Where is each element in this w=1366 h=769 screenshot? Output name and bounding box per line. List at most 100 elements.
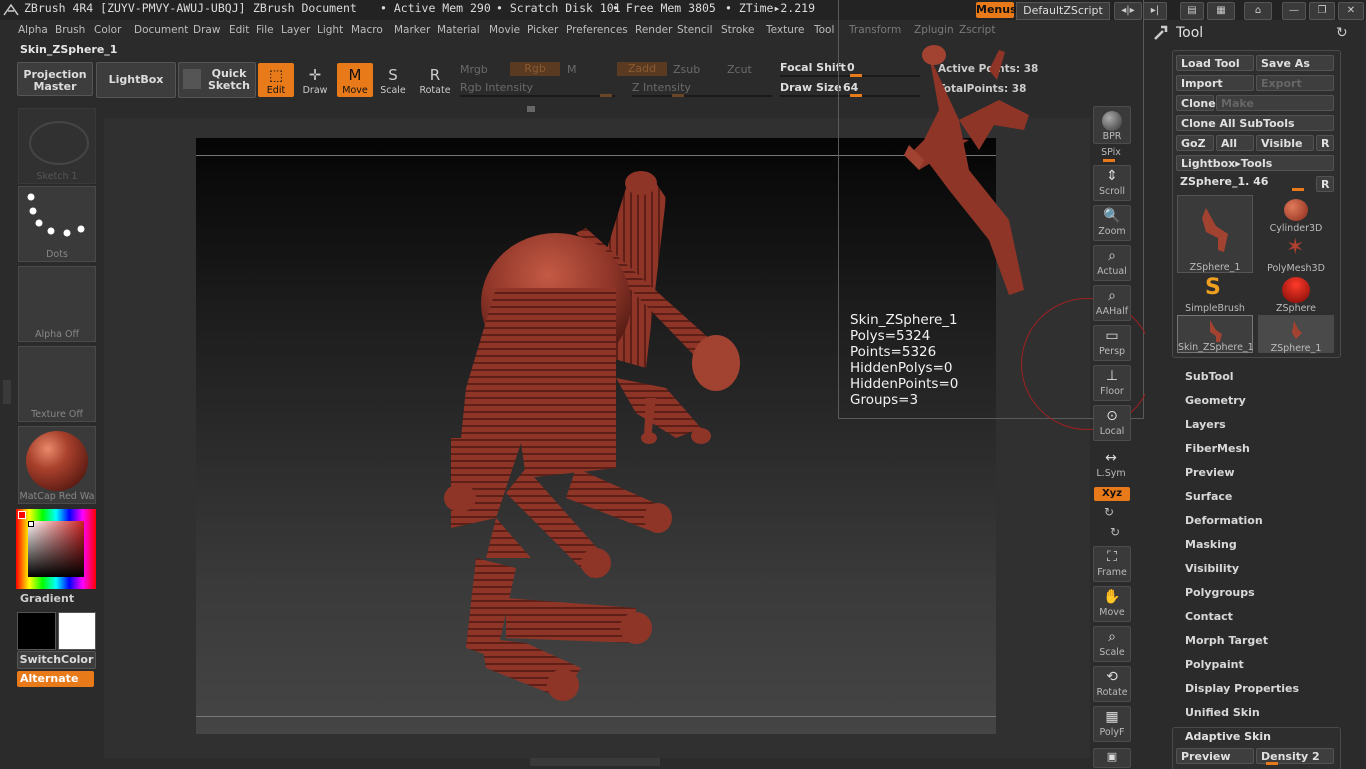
rotate-y-icon[interactable]: ↻: [1104, 505, 1114, 519]
tool-slot-polymesh3d[interactable]: ✶ PolyMesh3D: [1258, 235, 1334, 274]
quick-sketch-button[interactable]: Quick Sketch: [178, 62, 256, 98]
zsub-button[interactable]: Zsub: [673, 63, 700, 76]
menu-document[interactable]: Document: [134, 24, 188, 36]
density-knob[interactable]: [1266, 762, 1278, 765]
tool-slot-zsphere[interactable]: ZSphere: [1258, 275, 1334, 314]
menu-macro[interactable]: Macro: [351, 24, 383, 36]
rotate-view-button[interactable]: ⟲ Rotate: [1093, 666, 1131, 702]
projection-master-button[interactable]: Projection Master: [17, 62, 93, 96]
adaptive-preview-button[interactable]: Preview: [1176, 748, 1254, 764]
texture-thumb[interactable]: Texture Off: [18, 346, 96, 422]
menu-preferences[interactable]: Preferences: [566, 24, 628, 36]
menu-material[interactable]: Material: [437, 24, 480, 36]
lsym-button[interactable]: ↔ L.Sym: [1093, 448, 1129, 479]
bpr-button[interactable]: BPR: [1093, 106, 1131, 144]
rgb-intensity-knob[interactable]: [600, 94, 612, 97]
material-thumb[interactable]: MatCap Red Wa: [18, 426, 96, 504]
rgb-intensity-slider[interactable]: [460, 95, 615, 97]
adaptive-skin-title[interactable]: Adaptive Skin: [1185, 730, 1271, 743]
export-button[interactable]: Export: [1256, 75, 1334, 91]
alpha-thumb[interactable]: Alpha Off: [18, 266, 96, 342]
switch-color-button[interactable]: SwitchColor: [17, 651, 96, 669]
subpalette-deformation[interactable]: Deformation: [1185, 514, 1263, 527]
menu-stroke[interactable]: Stroke: [721, 24, 754, 36]
lightbox-tools-button[interactable]: Lightbox▸Tools: [1176, 155, 1334, 171]
scroll-button[interactable]: ⇕ Scroll: [1093, 165, 1131, 201]
z-intensity-knob[interactable]: [672, 94, 684, 97]
bottom-tray-handle-icon[interactable]: [530, 758, 660, 766]
minimize-icon[interactable]: —: [1282, 2, 1306, 20]
xyz-button[interactable]: Xyz: [1094, 487, 1130, 501]
persp-button[interactable]: ▭ Persp: [1093, 325, 1131, 361]
layout-icon[interactable]: ▤: [1180, 2, 1204, 20]
menu-edit[interactable]: Edit: [229, 24, 249, 36]
menu-render[interactable]: Render: [635, 24, 672, 36]
spix-slider[interactable]: [1103, 159, 1115, 162]
lock-icon[interactable]: ⌂: [1244, 2, 1272, 20]
local-button[interactable]: ⊙ Local: [1093, 405, 1131, 441]
tool-slot-zsphere-1[interactable]: ZSphere_1: [1177, 195, 1253, 273]
scale-view-button[interactable]: ⌕ Scale: [1093, 626, 1131, 662]
subpalette-fibermesh[interactable]: FiberMesh: [1185, 442, 1250, 455]
subpalette-contact[interactable]: Contact: [1185, 610, 1233, 623]
floor-button[interactable]: ⊥ Floor: [1093, 365, 1131, 401]
subpalette-polypaint[interactable]: Polypaint: [1185, 658, 1244, 671]
subpalette-polygroups[interactable]: Polygroups: [1185, 586, 1255, 599]
menu-alpha[interactable]: Alpha: [18, 24, 48, 36]
menu-marker[interactable]: Marker: [394, 24, 430, 36]
goz-visible-button[interactable]: Visible: [1256, 135, 1314, 151]
alternate-button[interactable]: Alternate: [17, 671, 94, 687]
goz-button[interactable]: GoZ: [1176, 135, 1214, 151]
zcut-button[interactable]: Zcut: [727, 63, 752, 76]
color-picker-square[interactable]: [28, 521, 84, 577]
save-as-button[interactable]: Save As: [1256, 55, 1334, 71]
menu-light[interactable]: Light: [317, 24, 343, 36]
make-polymesh-button[interactable]: Make PolyMesh3D: [1216, 95, 1334, 126]
menu-color[interactable]: Color: [94, 24, 121, 36]
goz-r-button[interactable]: R: [1316, 135, 1334, 151]
import-button[interactable]: Import: [1176, 75, 1254, 91]
subpalette-visibility[interactable]: Visibility: [1185, 562, 1239, 575]
left-tray-handle-icon[interactable]: [3, 380, 11, 404]
gradient-label[interactable]: Gradient: [20, 592, 74, 605]
rotate-z-icon[interactable]: ↻: [1110, 525, 1120, 539]
refresh-icon[interactable]: ↻: [1336, 25, 1348, 41]
color-picker-ring[interactable]: [16, 509, 96, 589]
move-button[interactable]: M Move: [337, 63, 373, 97]
main-color-swatch[interactable]: [17, 612, 56, 650]
actual-button[interactable]: ⌕ Actual: [1093, 245, 1131, 281]
subpalette-surface[interactable]: Surface: [1185, 490, 1232, 503]
frame-button[interactable]: ⛶ Frame: [1093, 546, 1131, 582]
aahalf-button[interactable]: ⌕ AAHalf: [1093, 285, 1131, 321]
draw-button[interactable]: ✛ Draw: [297, 63, 333, 97]
z-intensity-slider[interactable]: [632, 95, 772, 97]
subpalette-morph-target[interactable]: Morph Target: [1185, 634, 1268, 647]
subpalette-masking[interactable]: Masking: [1185, 538, 1237, 551]
palette-icon[interactable]: ▦: [1207, 2, 1235, 20]
move-view-button[interactable]: ✋ Move: [1093, 586, 1131, 622]
scale-button[interactable]: S Scale: [375, 63, 411, 97]
subpalette-preview[interactable]: Preview: [1185, 466, 1235, 479]
current-tool-r-button[interactable]: R: [1316, 176, 1334, 192]
tool-slot-cylinder3d[interactable]: Cylinder3D: [1258, 195, 1334, 234]
subpalette-unified-skin[interactable]: Unified Skin: [1185, 706, 1260, 719]
restore-icon[interactable]: ❐: [1309, 2, 1335, 20]
subpalette-layers[interactable]: Layers: [1185, 418, 1226, 431]
zadd-button[interactable]: Zadd: [617, 62, 667, 76]
menu-layer[interactable]: Layer: [281, 24, 310, 36]
menu-texture[interactable]: Texture: [766, 24, 804, 36]
menu-draw[interactable]: Draw: [193, 24, 220, 36]
toolbar-handle-icon[interactable]: [527, 106, 535, 112]
tool-slot-zsphere-1-b[interactable]: ZSphere_1: [1258, 315, 1334, 354]
menu-movie[interactable]: Movie: [489, 24, 520, 36]
tray-right-icon[interactable]: ▸|: [1143, 2, 1167, 20]
load-tool-button[interactable]: Load Tool: [1176, 55, 1254, 71]
menu-stencil[interactable]: Stencil: [677, 24, 713, 36]
menu-tool[interactable]: Tool: [814, 24, 834, 36]
lightbox-button[interactable]: LightBox: [96, 62, 176, 98]
subpalette-subtool[interactable]: SubTool: [1185, 370, 1234, 383]
mrgb-button[interactable]: Mrgb: [460, 63, 488, 76]
clone-all-subtools-button[interactable]: Clone All SubTools: [1176, 115, 1334, 131]
clone-button[interactable]: Clone: [1176, 95, 1216, 111]
current-tool-slider[interactable]: [1292, 188, 1304, 191]
